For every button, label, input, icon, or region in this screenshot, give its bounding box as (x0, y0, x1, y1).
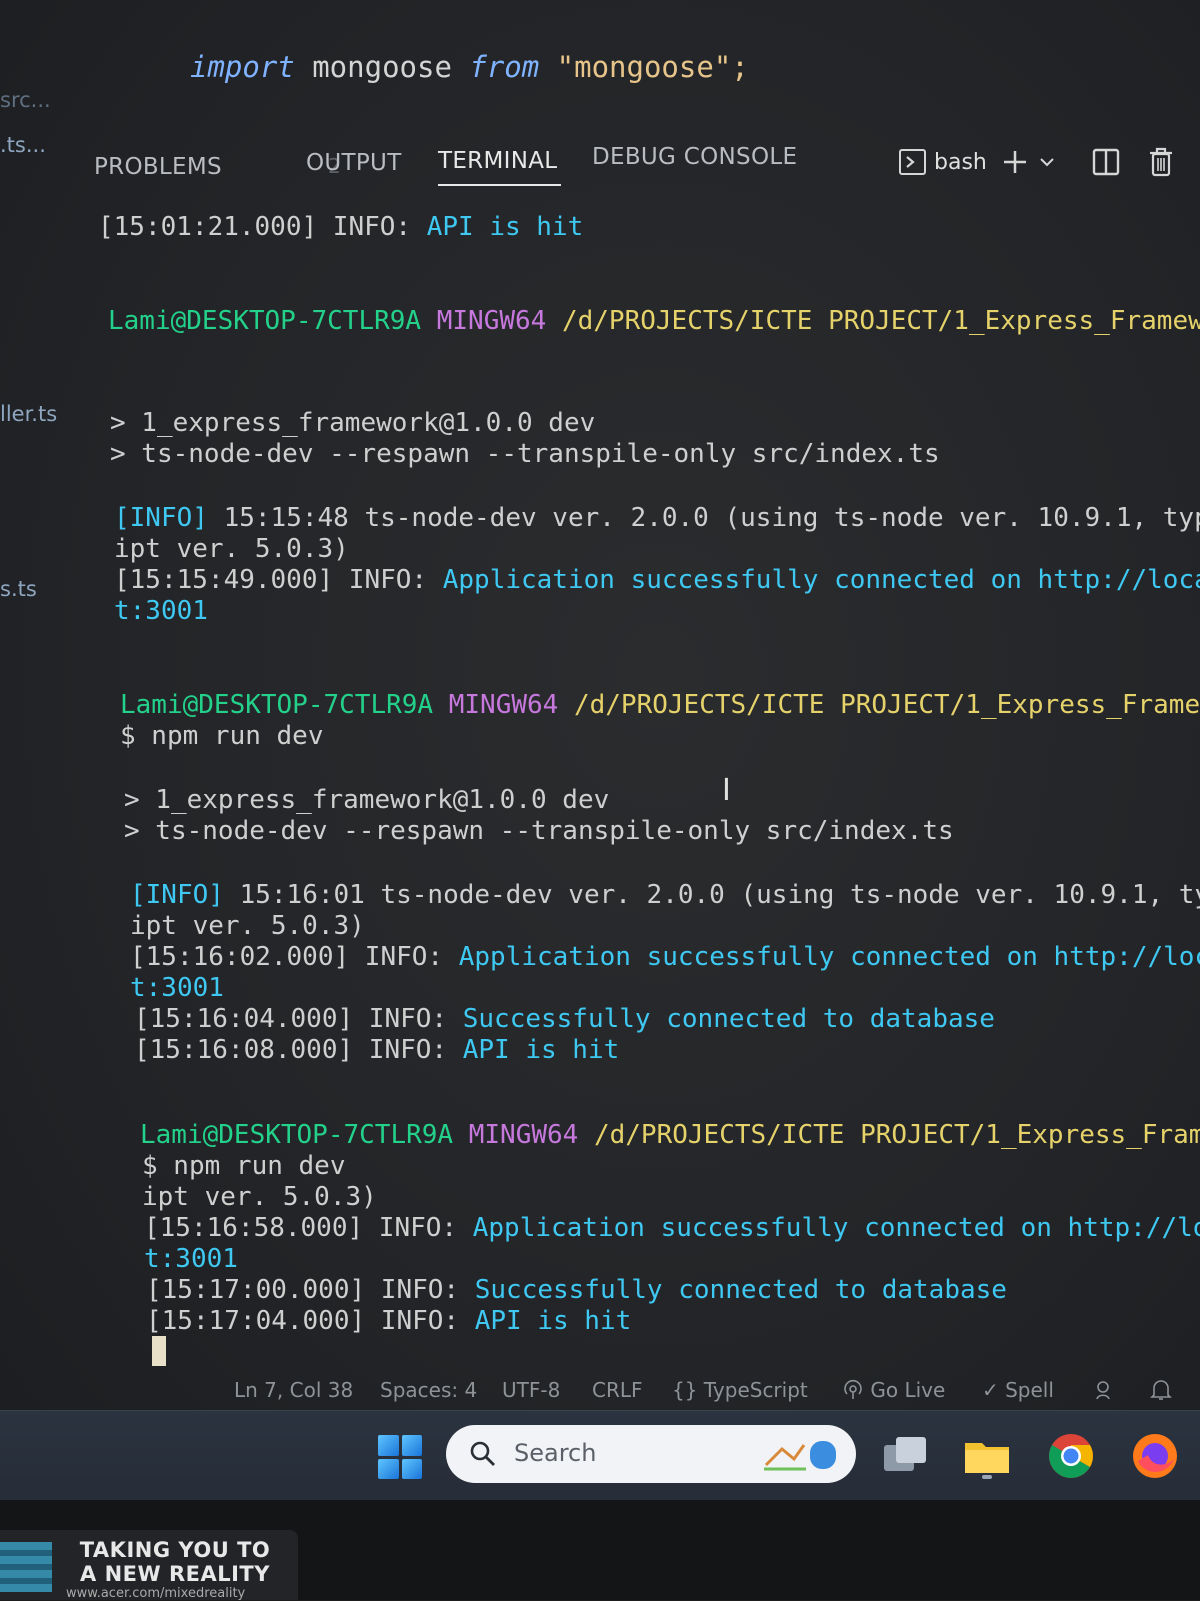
acer-sticker: TAKING YOU TO A NEW REALITY www.acer.com… (0, 1530, 298, 1601)
text-cursor-icon: I (722, 773, 731, 808)
file-explorer-icon[interactable] (962, 1431, 1012, 1481)
broadcast-icon (844, 1379, 862, 1399)
terminal-line: [15:15:49.000] INFO: Application success… (114, 565, 1200, 595)
search-icon (470, 1441, 495, 1466)
terminal-line: [15:16:04.000] INFO: Successfully connec… (134, 1004, 995, 1034)
panel-tab-bar: PROBLEMS 2 OUTPUT TERMINAL DEBUG CONSOLE… (90, 140, 1200, 190)
split-icon[interactable] (1091, 147, 1121, 177)
tab-terminal[interactable]: TERMINAL (438, 148, 562, 186)
monitor-screen: import mongoose from "mongoose"; src... … (0, 0, 1200, 1500)
terminal-line: > 1_express_framework@1.0.0 dev (124, 785, 610, 815)
terminal-icon[interactable]: bash (898, 147, 987, 177)
status-bar: Ln 7, Col 38 Spaces: 4 UTF-8 CRLF {} Typ… (0, 1370, 1200, 1410)
trash-icon[interactable] (1147, 146, 1175, 178)
module-string: "mongoose"; (539, 50, 749, 84)
firefox-icon[interactable] (1130, 1431, 1180, 1481)
terminal-output[interactable]: [15:01:21.000] INFO: API is hit Lami@DES… (0, 200, 1200, 1370)
terminal-line: > ts-node-dev --respawn --transpile-only… (110, 439, 940, 469)
tab-problems[interactable]: PROBLEMS (94, 154, 222, 180)
import-name: mongoose (294, 50, 470, 84)
terminal-line: > ts-node-dev --respawn --transpile-only… (124, 816, 954, 846)
terminal-line: [15:16:58.000] INFO: Application success… (144, 1213, 1200, 1243)
terminal-line: [15:16:08.000] INFO: API is hit (134, 1035, 620, 1065)
sticker-stripe (0, 1542, 52, 1592)
terminal-prompt: Lami@DESKTOP-7CTLR9A MINGW64 /d/PROJECTS… (108, 306, 1200, 336)
status-encoding[interactable]: UTF-8 (502, 1378, 560, 1402)
status-language[interactable]: {} TypeScript (672, 1378, 808, 1402)
terminal-cursor (152, 1336, 166, 1366)
terminal-line: [INFO] 15:16:01 ts-node-dev ver. 2.0.0 (… (130, 880, 1200, 910)
feedback-icon[interactable] (1094, 1378, 1118, 1407)
chrome-icon[interactable] (1046, 1431, 1096, 1481)
terminal-prompt: Lami@DESKTOP-7CTLR9A MINGW64 /d/PROJECTS… (140, 1120, 1200, 1150)
terminal-line: t:3001 (114, 596, 208, 626)
terminal-line: [15:01:21.000] INFO: API is hit (98, 212, 584, 242)
taskbar-search-box[interactable]: Search (446, 1425, 856, 1483)
terminal-line: [INFO] 15:15:48 ts-node-dev ver. 2.0.0 (… (114, 503, 1200, 533)
terminal-command: $ npm run dev (120, 721, 324, 751)
terminal-command: $ npm run dev (142, 1151, 346, 1181)
terminal-line: ipt ver. 5.0.3) (114, 534, 349, 564)
terminal-line: [15:16:02.000] INFO: Application success… (130, 942, 1200, 972)
tab-debug-console[interactable]: DEBUG CONSOLE (592, 144, 797, 170)
editor-code-line: import mongoose from "mongoose"; (190, 50, 749, 84)
terminal-line: ipt ver. 5.0.3) (130, 911, 365, 941)
bell-icon[interactable] (1150, 1378, 1172, 1407)
from-keyword: from (469, 50, 540, 84)
terminal-line: ipt ver. 5.0.3) (142, 1182, 377, 1212)
import-keyword: import (190, 50, 295, 84)
terminal-prompt: Lami@DESKTOP-7CTLR9A MINGW64 /d/PROJECTS… (120, 690, 1200, 720)
tab-output[interactable]: OUTPUT (306, 150, 402, 176)
search-highlight-icon (764, 1441, 836, 1471)
status-golive[interactable]: Go Live (842, 1378, 945, 1402)
terminal-line: t:3001 (144, 1244, 238, 1274)
terminal-line: > 1_express_framework@1.0.0 dev (110, 408, 596, 438)
windows-start-icon[interactable] (378, 1435, 422, 1479)
terminal-line: [15:17:00.000] INFO: Successfully connec… (146, 1275, 1007, 1305)
terminal-line: [15:17:04.000] INFO: API is hit (146, 1306, 632, 1336)
terminal-line: t:3001 (130, 973, 224, 1003)
status-eol[interactable]: CRLF (592, 1378, 643, 1402)
status-spell[interactable]: ✓ Spell (982, 1378, 1054, 1402)
task-view-icon[interactable] (880, 1431, 930, 1481)
status-cursor-position[interactable]: Ln 7, Col 38 (234, 1378, 353, 1402)
search-placeholder: Search (514, 1439, 597, 1467)
sticker-url: www.acer.com/mixedreality (66, 1586, 246, 1601)
shell-label: bash (934, 149, 987, 175)
plus-icon[interactable] (1001, 148, 1029, 176)
terminal-actions: bash (898, 140, 1200, 184)
explorer-item[interactable]: .ts... (0, 133, 46, 157)
status-indentation[interactable]: Spaces: 4 (380, 1378, 477, 1402)
chevron-down-icon[interactable] (1037, 152, 1057, 172)
sticker-title: TAKING YOU TO A NEW REALITY (79, 1538, 271, 1586)
explorer-item[interactable]: src... (0, 88, 51, 112)
windows-taskbar: Search (0, 1410, 1200, 1500)
